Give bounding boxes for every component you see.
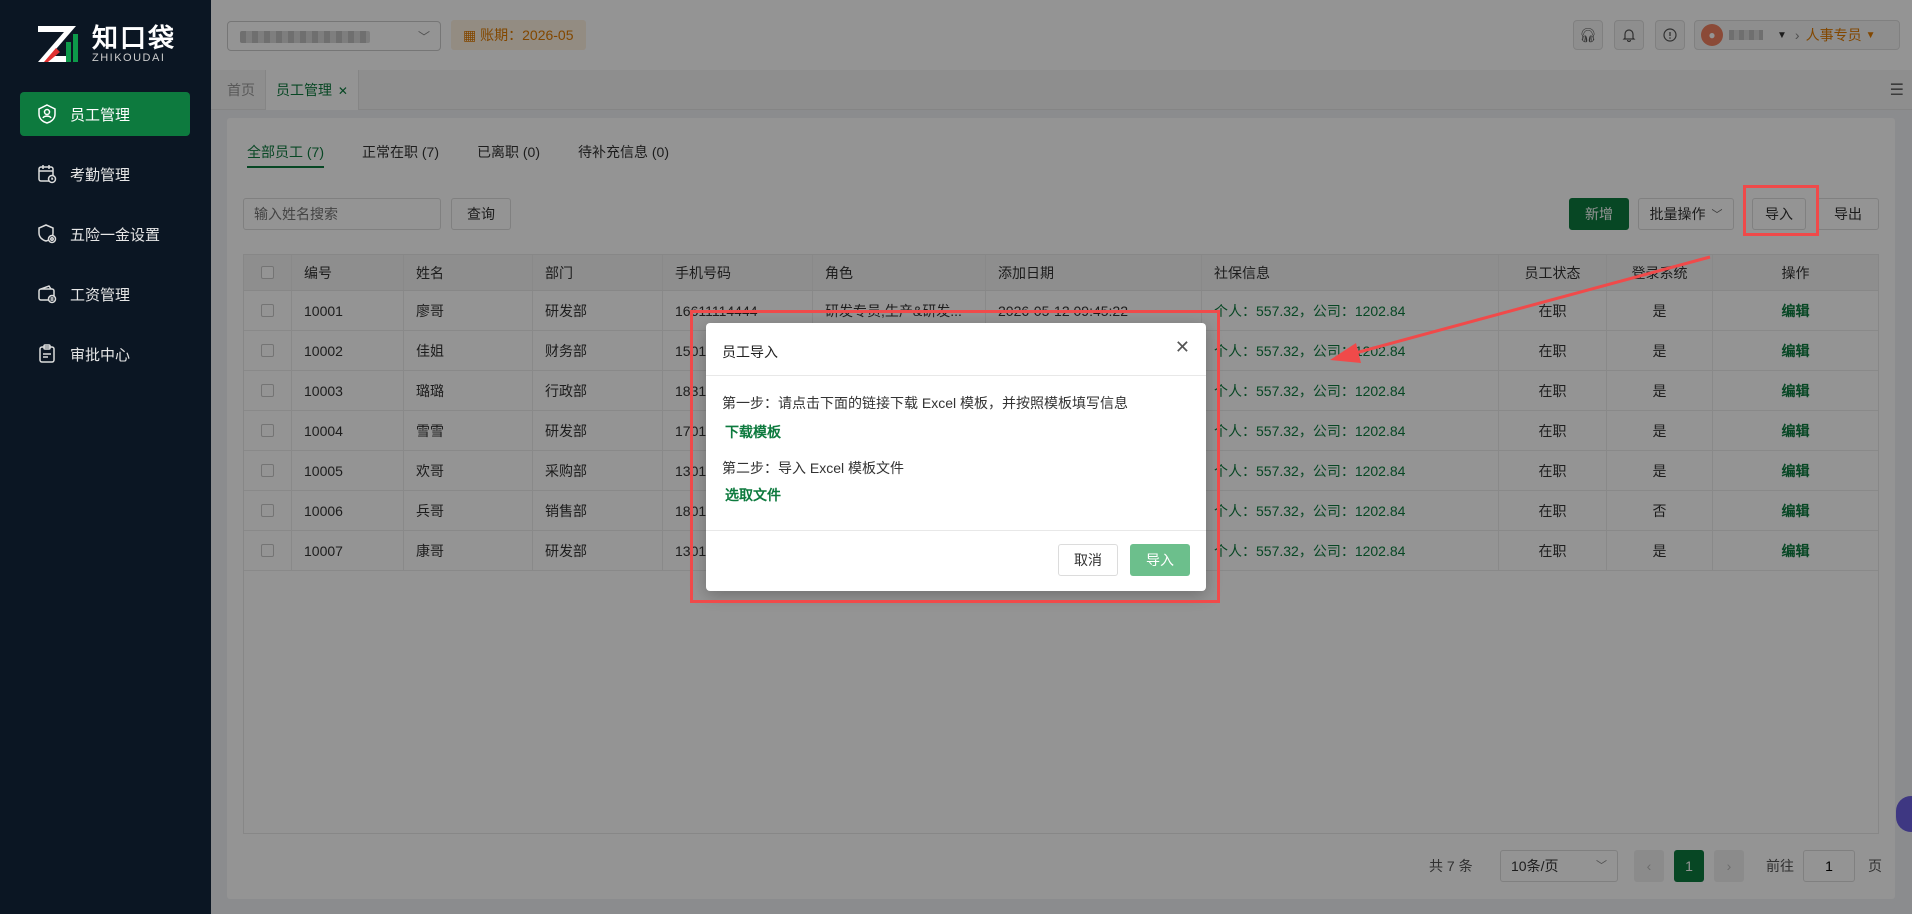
wallet-icon bbox=[36, 283, 58, 305]
sidebar-item-label: 员工管理 bbox=[70, 106, 131, 124]
calendar-clock-icon bbox=[36, 163, 58, 185]
highlight-box-dialog bbox=[690, 310, 1220, 603]
sidebar-item-approval[interactable]: 审批中心 bbox=[20, 332, 190, 376]
brand-name-en: ZHIKOUDAI bbox=[92, 52, 166, 64]
sidebar-item-insurance[interactable]: 五险一金设置 bbox=[20, 212, 190, 256]
sidebar-item-label: 审批中心 bbox=[70, 346, 131, 364]
sidebar-item-salary[interactable]: 工资管理 bbox=[20, 272, 190, 316]
highlight-box-import bbox=[1743, 185, 1819, 236]
clipboard-icon bbox=[36, 343, 58, 365]
sidebar: 知口袋 ZHIKOUDAI 员工管理 考勤管理 五险一金设置 工资管理 审批中心 bbox=[0, 0, 211, 914]
sidebar-item-label: 五险一金设置 bbox=[70, 226, 161, 244]
shield-gear-icon bbox=[36, 223, 58, 245]
logo-mark-icon bbox=[36, 22, 84, 66]
sidebar-item-attendance[interactable]: 考勤管理 bbox=[20, 152, 190, 196]
sidebar-nav: 员工管理 考勤管理 五险一金设置 工资管理 审批中心 bbox=[20, 92, 190, 392]
user-badge-icon bbox=[36, 103, 58, 125]
sidebar-item-label: 工资管理 bbox=[70, 286, 131, 304]
sidebar-item-employee[interactable]: 员工管理 bbox=[20, 92, 190, 136]
sidebar-item-label: 考勤管理 bbox=[70, 166, 131, 184]
brand-name: 知口袋 bbox=[92, 23, 177, 53]
brand-logo[interactable]: 知口袋 ZHIKOUDAI bbox=[36, 22, 176, 66]
